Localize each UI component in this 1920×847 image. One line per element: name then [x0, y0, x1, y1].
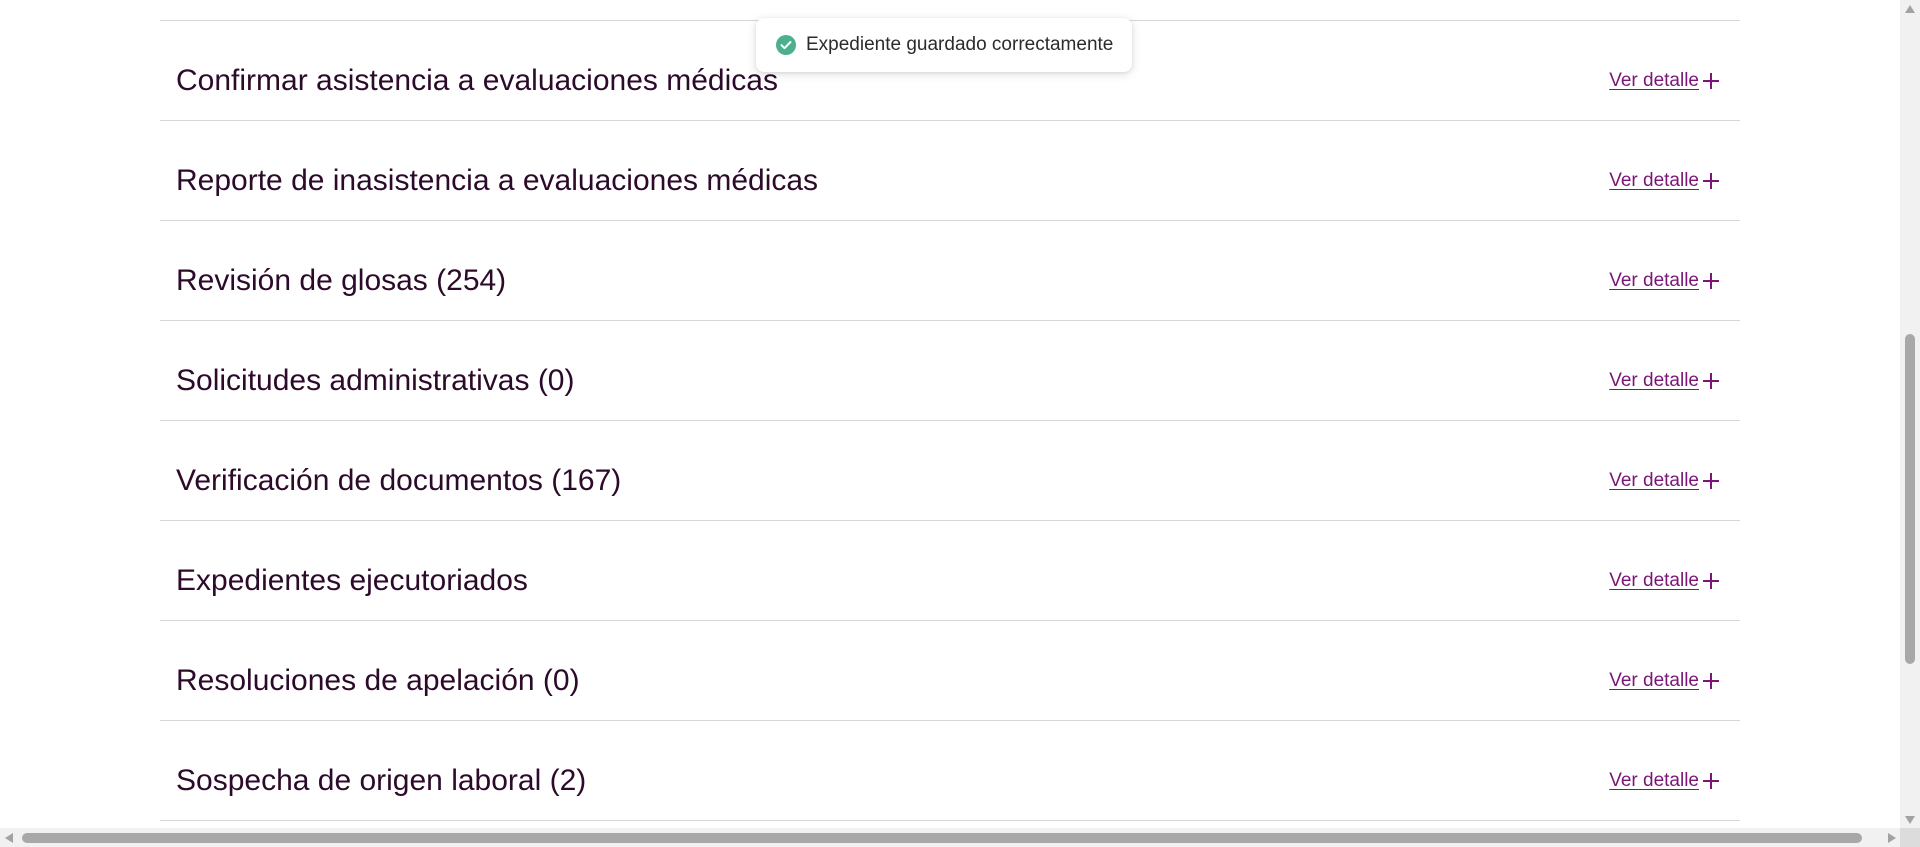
accordion-item[interactable]: Revisión de glosas (254) Ver detalle	[160, 221, 1740, 321]
accordion-item[interactable]: Verificación de documentos (167) Ver det…	[160, 421, 1740, 521]
ver-detalle-label: Ver detalle	[1609, 770, 1699, 791]
ver-detalle-label: Ver detalle	[1609, 370, 1699, 391]
ver-detalle-link[interactable]: Ver detalle	[1609, 769, 1720, 793]
triangle-down-icon[interactable]	[1900, 811, 1920, 828]
accordion-item-title: Revisión de glosas (254)	[176, 264, 507, 297]
ver-detalle-link[interactable]: Ver detalle	[1609, 569, 1720, 593]
accordion-item-title: Expedientes ejecutoriados	[176, 564, 528, 597]
ver-detalle-link[interactable]: Ver detalle	[1609, 369, 1720, 393]
triangle-up-icon[interactable]	[1900, 0, 1920, 17]
accordion-item[interactable]: Sospecha de origen laboral (2) Ver detal…	[160, 721, 1740, 821]
toast-message: Expediente guardado correctamente	[806, 34, 1114, 55]
accordion-item[interactable]: Resoluciones de apelación (0) Ver detall…	[160, 621, 1740, 721]
plus-icon	[1702, 72, 1720, 90]
plus-icon	[1702, 572, 1720, 590]
ver-detalle-label: Ver detalle	[1609, 170, 1699, 191]
ver-detalle-label: Ver detalle	[1609, 70, 1699, 91]
ver-detalle-link[interactable]: Ver detalle	[1609, 669, 1720, 693]
accordion-item-title: Sospecha de origen laboral (2)	[176, 764, 587, 797]
ver-detalle-link[interactable]: Ver detalle	[1609, 69, 1720, 93]
accordion-list: Confirmar asistencia a evaluaciones médi…	[160, 20, 1740, 821]
horizontal-scrollbar-thumb[interactable]	[22, 833, 1862, 843]
success-toast: Expediente guardado correctamente	[756, 18, 1133, 72]
triangle-right-icon[interactable]	[1883, 828, 1900, 847]
accordion-item[interactable]: Reporte de inasistencia a evaluaciones m…	[160, 121, 1740, 221]
plus-icon	[1702, 772, 1720, 790]
vertical-scrollbar[interactable]	[1900, 0, 1920, 828]
accordion-item[interactable]: Expedientes ejecutoriados Ver detalle	[160, 521, 1740, 621]
ver-detalle-link[interactable]: Ver detalle	[1609, 169, 1720, 193]
horizontal-scrollbar[interactable]	[0, 828, 1900, 847]
triangle-left-icon[interactable]	[0, 828, 17, 847]
accordion-item-title: Reporte de inasistencia a evaluaciones m…	[176, 164, 819, 197]
accordion-item-title: Solicitudes administrativas (0)	[176, 364, 575, 397]
ver-detalle-label: Ver detalle	[1609, 470, 1699, 491]
accordion-item-title: Verificación de documentos (167)	[176, 464, 622, 497]
vertical-scrollbar-thumb[interactable]	[1905, 334, 1915, 664]
ver-detalle-link[interactable]: Ver detalle	[1609, 469, 1720, 493]
plus-icon	[1702, 672, 1720, 690]
ver-detalle-label: Ver detalle	[1609, 270, 1699, 291]
accordion-item-title: Confirmar asistencia a evaluaciones médi…	[176, 64, 778, 97]
plus-icon	[1702, 172, 1720, 190]
ver-detalle-label: Ver detalle	[1609, 670, 1699, 691]
accordion-item-title: Resoluciones de apelación (0)	[176, 664, 580, 697]
ver-detalle-link[interactable]: Ver detalle	[1609, 269, 1720, 293]
accordion-item[interactable]: Solicitudes administrativas (0) Ver deta…	[160, 321, 1740, 421]
page-viewport: Confirmar asistencia a evaluaciones médi…	[0, 0, 1900, 828]
plus-icon	[1702, 272, 1720, 290]
ver-detalle-label: Ver detalle	[1609, 570, 1699, 591]
plus-icon	[1702, 372, 1720, 390]
check-circle-icon	[776, 35, 796, 55]
scrollbar-corner	[1900, 828, 1920, 847]
plus-icon	[1702, 472, 1720, 490]
